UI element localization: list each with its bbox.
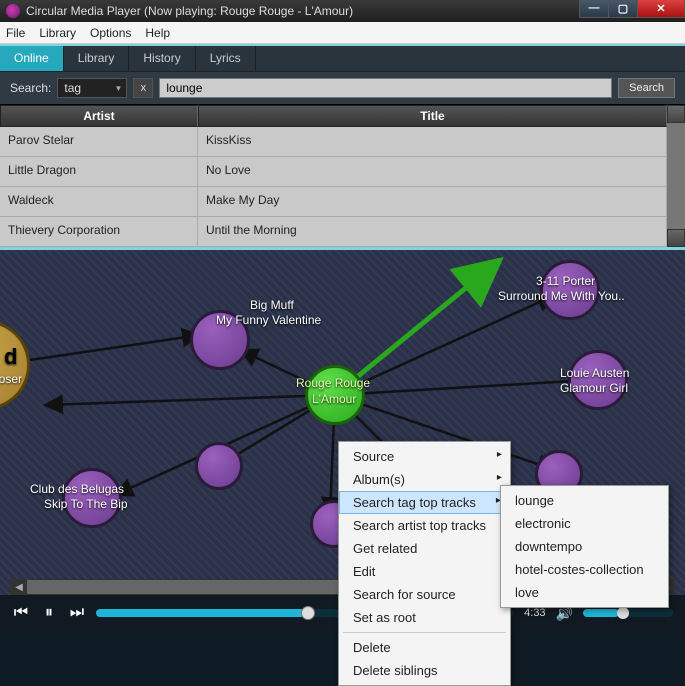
results-table: Artist Title Parov StelarKissKissLittle … <box>0 104 685 247</box>
context-menu[interactable]: SourceAlbum(s)Search tag top tracksSearc… <box>338 441 511 686</box>
context-item[interactable]: Set as root <box>339 606 510 629</box>
context-subitem[interactable]: hotel-costes-collection <box>501 558 668 581</box>
context-item[interactable]: Delete siblings <box>339 659 510 682</box>
graph-node[interactable] <box>195 442 243 490</box>
search-button[interactable]: Search <box>618 78 675 98</box>
column-artist[interactable]: Artist <box>0 105 198 127</box>
graph-node-label: Rouge Rouge <box>296 376 370 390</box>
graph-node-sublabel: Skip To The Bip <box>44 497 128 511</box>
context-item[interactable]: Search artist top tracks <box>339 514 510 537</box>
graph-node-sublabel: My Funny Valentine <box>216 313 321 327</box>
graph-node[interactable] <box>568 350 628 410</box>
context-subitem[interactable]: lounge <box>501 489 668 512</box>
cell-title: No Love <box>198 157 667 186</box>
time-display: 4:33 <box>524 607 545 619</box>
context-item[interactable]: Album(s) <box>339 468 510 491</box>
graph-node-label: 3-11 Porter <box>536 274 595 288</box>
tab-online[interactable]: Online <box>0 46 64 71</box>
search-row: Search: tag x Search <box>0 72 685 104</box>
context-subitem[interactable]: electronic <box>501 512 668 535</box>
graph-node-sublabel: loser <box>0 372 22 386</box>
clear-search-button[interactable]: x <box>133 78 153 98</box>
window-close-button[interactable]: ✕ <box>637 0 685 18</box>
search-type-select[interactable]: tag <box>57 78 127 98</box>
menu-bar: File Library Options Help <box>0 22 685 44</box>
tab-lyrics[interactable]: Lyrics <box>196 46 256 71</box>
graph-node-label: d <box>4 344 17 370</box>
tab-library[interactable]: Library <box>64 46 130 71</box>
tab-history[interactable]: History <box>129 46 195 71</box>
graph-node-label: Big Muff <box>250 298 294 312</box>
context-subitem[interactable]: downtempo <box>501 535 668 558</box>
pause-button[interactable]: ⏸ <box>40 604 58 622</box>
table-row[interactable]: WaldeckMake My Day <box>0 187 667 217</box>
menu-file[interactable]: File <box>6 26 25 40</box>
cell-title: KissKiss <box>198 127 667 156</box>
cell-artist: Thievery Corporation <box>0 217 198 246</box>
cell-title: Until the Morning <box>198 217 667 246</box>
cell-title: Make My Day <box>198 187 667 216</box>
window-title: Circular Media Player (Now playing: Roug… <box>26 4 353 18</box>
tab-bar: OnlineLibraryHistoryLyrics <box>0 46 685 72</box>
context-item[interactable]: Get related <box>339 537 510 560</box>
graph-node-sublabel: Surround Me With You.. <box>498 289 625 303</box>
window-maximize-button[interactable]: ▢ <box>608 0 638 18</box>
window-titlebar: Circular Media Player (Now playing: Roug… <box>0 0 685 22</box>
context-item[interactable]: Edit <box>339 560 510 583</box>
window-minimize-button[interactable]: — <box>579 0 609 18</box>
volume-slider[interactable] <box>583 609 673 617</box>
table-row[interactable]: Thievery CorporationUntil the Morning <box>0 217 667 247</box>
search-label: Search: <box>10 81 51 95</box>
column-title[interactable]: Title <box>198 105 667 127</box>
graph-node-sublabel: Glamour Girl <box>560 381 628 395</box>
context-item[interactable]: Source <box>339 445 510 468</box>
menu-library[interactable]: Library <box>39 26 76 40</box>
graph-node-label: Louie Austen <box>560 366 629 380</box>
cell-artist: Little Dragon <box>0 157 198 186</box>
graph-node-label: Club des Belugas <box>30 482 124 496</box>
cell-artist: Parov Stelar <box>0 127 198 156</box>
graph-node-sublabel: L'Amour <box>312 392 356 406</box>
next-button[interactable]: ⏭ <box>68 604 86 622</box>
previous-button[interactable]: ⏮ <box>12 604 30 622</box>
menu-options[interactable]: Options <box>90 26 131 40</box>
table-row[interactable]: Little DragonNo Love <box>0 157 667 187</box>
context-submenu[interactable]: loungeelectronicdowntempohotel-costes-co… <box>500 485 669 608</box>
context-item[interactable]: Search for source <box>339 583 510 606</box>
context-item[interactable]: Delete <box>339 636 510 659</box>
context-item[interactable]: Search tag top tracks <box>339 491 510 514</box>
context-subitem[interactable]: love <box>501 581 668 604</box>
table-scrollbar[interactable] <box>667 105 685 247</box>
menu-help[interactable]: Help <box>145 26 170 40</box>
table-row[interactable]: Parov StelarKissKiss <box>0 127 667 157</box>
search-input[interactable] <box>159 78 612 98</box>
cell-artist: Waldeck <box>0 187 198 216</box>
app-icon <box>6 4 20 18</box>
